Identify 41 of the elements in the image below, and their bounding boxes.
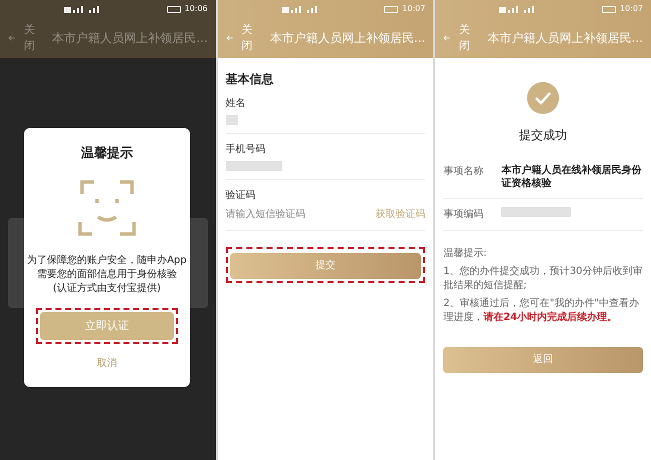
redacted-block (226, 161, 282, 171)
close-link[interactable]: 关闭 (459, 22, 472, 54)
signal-icons (499, 5, 534, 13)
face-scan-icon (78, 180, 136, 238)
result-title: 提交成功 (519, 127, 568, 144)
submit-button[interactable]: 提交 (230, 252, 422, 278)
verify-now-button[interactable]: 立即认证 (40, 312, 174, 340)
hint-text: 2、审核通过后，您可在"我的办件"中查看办理进度，请在24小时内完成后续办理。 (443, 297, 640, 325)
cancel-button[interactable]: 取消 (96, 356, 117, 371)
field-label: 手机号码 (226, 142, 267, 157)
detail-label: 事项编码 (443, 208, 484, 222)
detail-label: 事项名称 (443, 164, 484, 179)
page-title: 本市户籍人员网上补领居民... (270, 30, 426, 47)
status-time: 10:07 (402, 3, 426, 15)
page-title: 本市户籍人员网上补领居民... (488, 30, 643, 47)
section-title: 基本信息 (226, 71, 275, 88)
signal-icons (64, 5, 99, 13)
return-button[interactable]: 返回 (443, 346, 643, 372)
close-link[interactable]: 关闭 (242, 22, 254, 54)
signal-icons (282, 5, 317, 13)
field-label: 姓名 (226, 97, 247, 111)
dialog-title: 温馨提示 (80, 145, 133, 163)
status-time: 10:07 (620, 3, 643, 15)
dialog-message-line: 为了保障您的账户安全，随申办App (27, 254, 187, 268)
redacted-block (226, 115, 238, 125)
get-code-link[interactable]: 获取验证码 (375, 207, 426, 222)
field-label: 验证码 (226, 189, 257, 203)
dialog-message-line: (认证方式由支付宝提供) (52, 282, 161, 296)
verification-code-field[interactable]: 请输入短信验证码 (226, 207, 346, 222)
page-title: 本市户籍人员网上补领居民... (52, 30, 208, 47)
hints-title: 温馨提示: (443, 247, 488, 261)
hint-text: 1、您的办件提交成功，预计30分钟后收到审批结果的短信提醒; (443, 265, 643, 293)
close-link[interactable]: 关闭 (24, 22, 36, 54)
battery-icon (384, 6, 398, 12)
success-check-icon (527, 82, 560, 114)
redacted-block (501, 207, 572, 217)
status-time: 10:06 (184, 3, 208, 15)
battery-icon (602, 6, 616, 12)
battery-icon (166, 6, 181, 12)
dialog-message-line: 需要您的面部信息用于身份核验 (36, 268, 177, 282)
detail-value: 本市户籍人员在线补领居民身份证资格核验 (501, 164, 642, 190)
